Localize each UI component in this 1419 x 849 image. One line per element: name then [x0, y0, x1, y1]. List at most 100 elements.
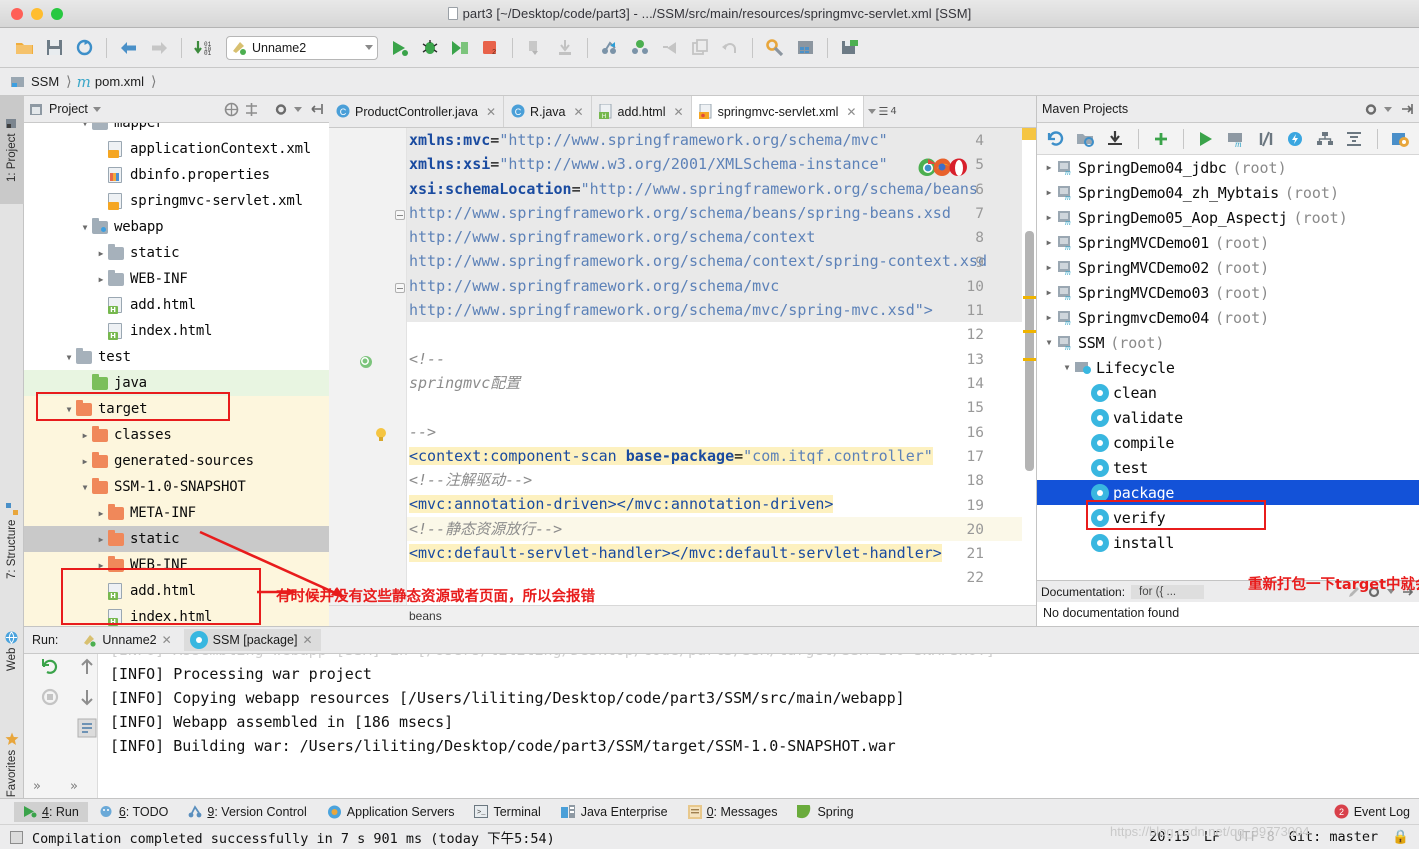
- maven-settings-icon[interactable]: [1386, 125, 1413, 153]
- code-line[interactable]: <!--静态资源放行-->: [407, 516, 1022, 542]
- run-configuration-selector[interactable]: Unname2: [226, 35, 378, 60]
- undo-icon[interactable]: [716, 34, 744, 62]
- code-line[interactable]: http://www.springframework.org/schema/mv…: [407, 298, 1022, 323]
- bottom-tab-event-log[interactable]: 2 Event Log: [1325, 801, 1419, 822]
- run-maven-build-icon[interactable]: [1193, 125, 1220, 153]
- code-editor[interactable]: xmlns:mvc="http://www.springframework.or…: [329, 128, 1036, 625]
- forward-icon[interactable]: [145, 34, 173, 62]
- maven-tree-item-package[interactable]: package: [1037, 480, 1419, 505]
- close-icon[interactable]: ✕: [846, 105, 856, 119]
- code-line[interactable]: http://www.springframework.org/schema/mv…: [407, 273, 1022, 299]
- intention-bulb-icon[interactable]: [373, 427, 389, 443]
- editor-tab-productcontroller-java[interactable]: C ProductController.java ✕: [329, 96, 505, 127]
- tree-item-java[interactable]: java: [24, 370, 329, 396]
- update-project-icon[interactable]: [521, 34, 549, 62]
- save-run-icon[interactable]: [836, 34, 864, 62]
- tree-item-web-inf[interactable]: ▶ WEB-INF: [24, 266, 329, 292]
- reimport-icon[interactable]: [1043, 125, 1070, 153]
- error-stripe-marker[interactable]: [1023, 330, 1036, 333]
- compile-icon[interactable]: 01 10 01: [190, 34, 218, 62]
- maven-tree-item-springmvcdemo02[interactable]: ▶ m SpringMVCDemo02 (root): [1037, 255, 1419, 280]
- chevron-down-icon[interactable]: [92, 106, 101, 112]
- tree-toggle-down-icon[interactable]: ▼: [78, 223, 92, 232]
- maven-tree-item-springdemo05-aop-aspectj[interactable]: ▶ m SpringDemo05_Aop_Aspectj (root): [1037, 205, 1419, 230]
- rerun-icon[interactable]: [41, 658, 59, 676]
- bottom-tab-application-servers[interactable]: Application Servers: [318, 802, 464, 822]
- execute-goal-icon[interactable]: m: [1223, 125, 1250, 153]
- maven-tree-item-compile[interactable]: compile: [1037, 430, 1419, 455]
- bottom-tab-0-messages[interactable]: 0: Messages: [679, 802, 787, 822]
- tree-toggle-right-icon[interactable]: ▶: [1041, 288, 1057, 297]
- sidebar-item-web[interactable]: Web: [0, 616, 24, 686]
- tree-item-classes[interactable]: ▶ classes: [24, 422, 329, 448]
- tree-item-webapp[interactable]: ▼ webapp: [24, 214, 329, 240]
- close-icon[interactable]: ✕: [302, 633, 312, 647]
- code-content[interactable]: xmlns:mvc="http://www.springframework.or…: [407, 128, 1022, 625]
- run-tab-unname2[interactable]: Unname2 ✕: [74, 629, 179, 651]
- maven-tree-item-springdemo04-zh-mybtais[interactable]: ▶ m SpringDemo04_zh_Mybtais (root): [1037, 180, 1419, 205]
- bottom-tab-6-todo[interactable]: 6: TODO: [90, 802, 178, 822]
- maven-project-tree[interactable]: ▶ m SpringDemo04_jdbc (root) ▶ m SpringDemo04_…: [1037, 155, 1419, 573]
- maven-tree-item-springmvcdemo01[interactable]: ▶ m SpringMVCDemo01 (root): [1037, 230, 1419, 255]
- run-panel-side-toolbar[interactable]: » »: [24, 654, 98, 798]
- tree-item-springmvc-servlet-xml[interactable]: springmvc-servlet.xml: [24, 188, 329, 214]
- show-dependencies-icon[interactable]: [1311, 125, 1338, 153]
- tree-toggle-down-icon[interactable]: ▼: [78, 483, 92, 492]
- run-icon[interactable]: [386, 34, 414, 62]
- tree-toggle-right-icon[interactable]: ▶: [1041, 213, 1057, 222]
- code-line[interactable]: [407, 395, 1022, 419]
- editor-tab-r-java[interactable]: C R.java ✕: [504, 96, 592, 127]
- editor-tab-springmvc-servlet-xml[interactable]: springmvc-servlet.xml ✕: [691, 96, 865, 127]
- editor-bottom-breadcrumb[interactable]: beans: [329, 605, 1036, 626]
- code-line[interactable]: <!--注解驱动-->: [407, 468, 1022, 492]
- fold-marker-icon[interactable]: [395, 283, 405, 293]
- project-file-tree[interactable]: ▼ mapper applicationContext.xml dbinfo.prop…: [24, 123, 329, 626]
- editor-tab-overflow[interactable]: ☰ 4: [864, 96, 900, 127]
- tree-toggle-right-icon[interactable]: ▶: [1041, 263, 1057, 272]
- code-line[interactable]: [407, 322, 1022, 346]
- tree-item-dbinfo-properties[interactable]: dbinfo.properties: [24, 162, 329, 188]
- documentation-tab[interactable]: for ({ ...: [1131, 584, 1205, 599]
- close-icon[interactable]: ✕: [674, 105, 684, 119]
- commit-icon[interactable]: [551, 34, 579, 62]
- copy-icon[interactable]: [686, 34, 714, 62]
- bottom-tab-spring[interactable]: Spring: [788, 802, 862, 822]
- tree-toggle-right-icon[interactable]: ▶: [94, 561, 108, 570]
- gear-icon[interactable]: [1364, 102, 1379, 117]
- stop-icon[interactable]: [41, 688, 59, 706]
- maven-tree-item-ssm[interactable]: ▼ m SSM (root): [1037, 330, 1419, 355]
- maven-tree-item-springmvcdemo03[interactable]: ▶ m SpringMVCDemo03 (root): [1037, 280, 1419, 305]
- fold-marker-icon[interactable]: [395, 210, 405, 220]
- error-stripe-marker[interactable]: [1023, 358, 1036, 361]
- download-sources-icon[interactable]: [1102, 125, 1129, 153]
- expand-icon[interactable]: [244, 102, 259, 117]
- tree-toggle-down-icon[interactable]: ▼: [1041, 338, 1057, 347]
- maven-tree-item-lifecycle[interactable]: ▼ Lifecycle: [1037, 355, 1419, 380]
- collapse-all-icon[interactable]: [224, 102, 239, 117]
- back-icon[interactable]: [115, 34, 143, 62]
- tree-toggle-down-icon[interactable]: ▼: [1059, 363, 1075, 372]
- bottom-tab-terminal[interactable]: >_ Terminal: [465, 802, 549, 822]
- maven-tree-item-test[interactable]: test: [1037, 455, 1419, 480]
- close-icon[interactable]: ✕: [486, 105, 496, 119]
- tree-toggle-down-icon[interactable]: ▼: [78, 123, 92, 128]
- tree-toggle-right-icon[interactable]: ▶: [1041, 163, 1057, 172]
- toggle-skip-tests-icon[interactable]: [1252, 125, 1279, 153]
- tree-toggle-right-icon[interactable]: ▶: [1041, 188, 1057, 197]
- code-line[interactable]: xsi:schemaLocation="http://www.springfra…: [407, 176, 1022, 201]
- error-stripe-top-indicator[interactable]: [1022, 128, 1036, 140]
- sync-icon[interactable]: [70, 34, 98, 62]
- tree-item-web-inf[interactable]: ▶ WEB-INF: [24, 552, 329, 578]
- tree-item-target[interactable]: ▼ target: [24, 396, 329, 422]
- error-stripe-marker[interactable]: [1023, 296, 1036, 299]
- open-project-icon[interactable]: [10, 34, 38, 62]
- opera-icon[interactable]: [949, 158, 967, 176]
- inspection-icon[interactable]: [359, 354, 374, 369]
- tree-toggle-right-icon[interactable]: ▶: [94, 509, 108, 518]
- close-icon[interactable]: ✕: [162, 633, 172, 647]
- code-line[interactable]: <mvc:annotation-driven></mvc:annotation-…: [407, 492, 1022, 516]
- sidebar-item-structure[interactable]: 7: Structure: [0, 476, 24, 606]
- tree-item-static[interactable]: ▶ static: [24, 526, 329, 552]
- add-maven-project-icon[interactable]: [1148, 125, 1175, 153]
- tree-item-add-html[interactable]: add.html: [24, 292, 329, 318]
